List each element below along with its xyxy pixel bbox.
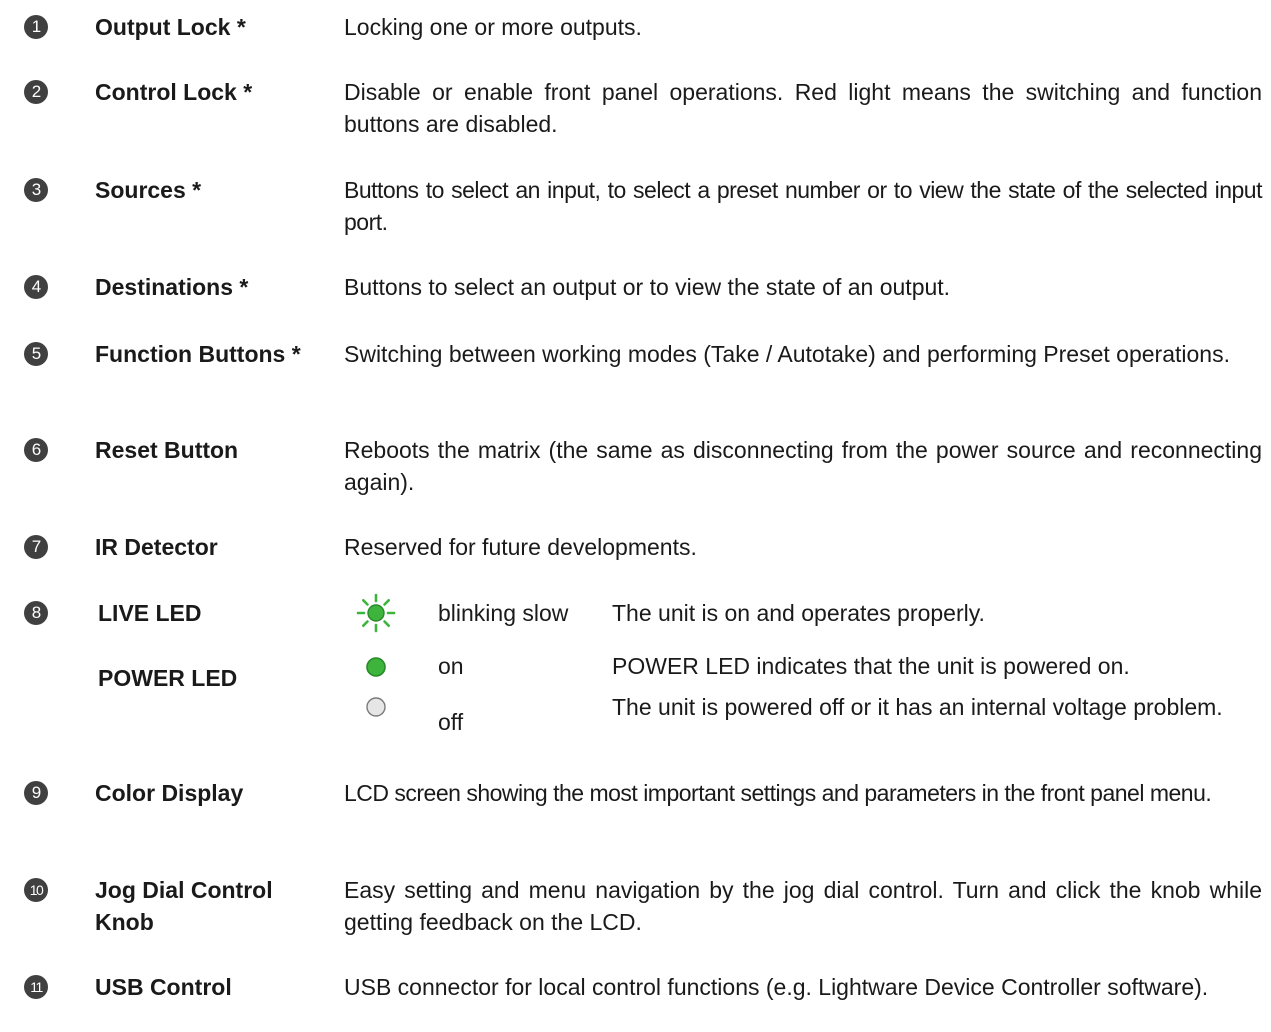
power-led-off-description: The unit is powered off or it has an int… xyxy=(612,694,1223,720)
number-badge: 5 xyxy=(24,342,48,366)
item-term: Reset Button xyxy=(95,437,239,463)
item-term: Color Display xyxy=(95,780,244,806)
item-term: Control Lock * xyxy=(95,79,253,105)
number-badge: 1 xyxy=(24,15,48,39)
item-description: Reserved for future developments. xyxy=(344,534,697,560)
live-led-label: LIVE LED xyxy=(98,600,202,626)
number-badge: 2 xyxy=(24,80,48,104)
number-badge: 9 xyxy=(24,781,48,805)
item-description: LCD screen showing the most important se… xyxy=(344,780,1212,806)
number-badge: 8 xyxy=(24,601,48,625)
power-led-on-description: POWER LED indicates that the unit is pow… xyxy=(612,653,1130,679)
number-badge: 7 xyxy=(24,535,48,559)
item-description: Locking one or more outputs. xyxy=(344,14,642,40)
item-term: Function Buttons * xyxy=(95,341,301,367)
item-term: Jog Dial Control Knob xyxy=(95,877,273,935)
item-description: Easy setting and menu navigation by the … xyxy=(344,877,1262,935)
led-on-icon xyxy=(366,657,386,677)
item-description: Buttons to select an input, to select a … xyxy=(344,177,1263,235)
item-term: Sources * xyxy=(95,177,202,203)
item-description: USB connector for local control function… xyxy=(344,974,1209,1000)
number-badge: 10 xyxy=(24,878,48,902)
item-term: USB Control xyxy=(95,974,232,1000)
item-term: Destinations * xyxy=(95,274,249,300)
number-badge: 11 xyxy=(24,975,48,999)
item-term: IR Detector xyxy=(95,534,218,560)
number-badge: 6 xyxy=(24,438,48,462)
item-term: Output Lock * xyxy=(95,14,246,40)
live-led-state: blinking slow xyxy=(438,600,569,626)
live-led-description: The unit is on and operates properly. xyxy=(612,600,985,626)
item-description: Reboots the matrix (the same as disconne… xyxy=(344,437,1262,495)
power-led-label: POWER LED xyxy=(98,665,238,691)
number-badge: 4 xyxy=(24,275,48,299)
item-description: Buttons to select an output or to view t… xyxy=(344,274,951,300)
blinking-led-icon xyxy=(356,593,396,633)
led-off-icon xyxy=(366,697,386,717)
item-leds: 8 LIVE LED blinking slow The unit is on … xyxy=(0,593,1271,757)
power-led-on-state: on xyxy=(438,653,464,679)
item-description: Switching between working modes (Take / … xyxy=(344,341,1230,367)
item-description: Disable or enable front panel operations… xyxy=(344,79,1262,137)
power-led-off-state: off xyxy=(438,709,464,735)
number-badge: 3 xyxy=(24,178,48,202)
